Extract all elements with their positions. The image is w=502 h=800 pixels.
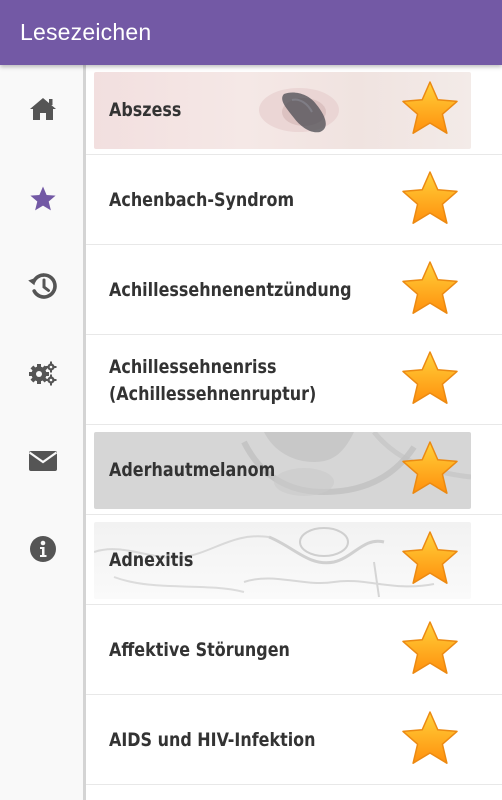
bookmark-card-achillessehnenentzuendung[interactable]: Achillessehnenentzündung	[94, 252, 471, 329]
bookmark-label: Aderhautmelanom	[109, 459, 276, 481]
list-item: Achenbach-Syndrom	[86, 155, 502, 245]
bookmark-card-abszess[interactable]: Abszess	[94, 72, 471, 149]
list-item: Achillessehnenentzündung	[86, 245, 502, 335]
bookmark-card-aids-hiv[interactable]: AIDS und HIV-Infektion	[94, 702, 471, 779]
sidebar-item-history[interactable]	[0, 256, 86, 316]
bookmark-label: Achillessehnenriss (Achillessehnenruptur…	[109, 355, 317, 405]
sidebar-item-settings[interactable]	[0, 343, 86, 403]
list-item: AIDS und HIV-Infektion	[86, 695, 502, 785]
history-icon	[28, 272, 58, 300]
bookmark-star-icon[interactable]	[399, 439, 461, 501]
bookmark-label: Adnexitis	[109, 549, 194, 571]
info-icon	[29, 535, 57, 563]
bookmark-star-icon[interactable]	[399, 349, 461, 411]
bookmark-card-achenbach[interactable]: Achenbach-Syndrom	[94, 162, 471, 239]
app-bar: Lesezeichen	[0, 0, 502, 65]
list-item: Affektive Störungen	[86, 605, 502, 695]
sidebar	[0, 65, 86, 800]
sidebar-item-bookmarks[interactable]	[0, 169, 86, 229]
sidebar-item-info[interactable]	[0, 519, 86, 579]
bookmark-card-affektive-stoerungen[interactable]: Affektive Störungen	[94, 612, 471, 689]
bookmark-label: Achenbach-Syndrom	[109, 189, 295, 211]
bookmark-star-icon[interactable]	[399, 529, 461, 591]
list-item: Achillessehnenriss (Achillessehnenruptur…	[86, 335, 502, 425]
bookmark-label: Affektive Störungen	[109, 639, 290, 661]
sidebar-item-contact[interactable]	[0, 431, 86, 491]
page-title: Lesezeichen	[20, 19, 152, 45]
gears-icon	[28, 359, 58, 387]
list-item: Abszess	[86, 65, 502, 155]
sidebar-item-home[interactable]	[0, 79, 86, 139]
bookmark-card-adnexitis[interactable]: Adnexitis	[94, 522, 471, 599]
bookmark-star-icon[interactable]	[399, 709, 461, 771]
bookmark-label: Achillessehnenentzündung	[109, 279, 352, 301]
mail-icon	[28, 449, 58, 473]
home-icon	[29, 96, 57, 122]
bookmark-list[interactable]: Abszess Achenbach-Syndrom Achillessehnen…	[86, 65, 502, 800]
bookmark-star-icon[interactable]	[399, 619, 461, 681]
bookmark-label: Abszess	[109, 99, 182, 121]
bookmark-card-aderhautmelanom[interactable]: Aderhautmelanom	[94, 432, 471, 509]
bookmark-star-icon[interactable]	[399, 169, 461, 231]
bookmark-label: AIDS und HIV-Infektion	[109, 729, 316, 751]
list-item: Adnexitis	[86, 515, 502, 605]
star-icon	[29, 185, 57, 213]
list-item: Aderhautmelanom	[86, 425, 502, 515]
bookmark-star-icon[interactable]	[399, 259, 461, 321]
bookmark-card-achillessehnenriss[interactable]: Achillessehnenriss (Achillessehnenruptur…	[94, 342, 471, 419]
bookmark-star-icon[interactable]	[399, 79, 461, 141]
